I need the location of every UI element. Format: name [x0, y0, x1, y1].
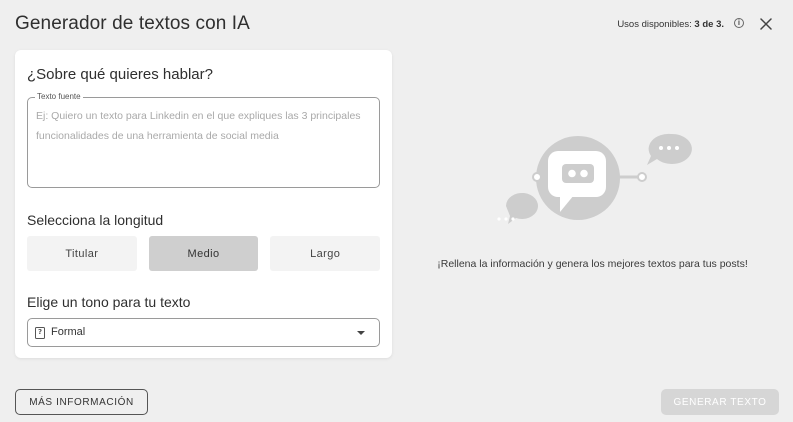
tone-select[interactable]: ? Formal	[27, 318, 380, 347]
length-question: Selecciona la longitud	[27, 212, 164, 228]
topic-question: ¿Sobre qué quieres hablar?	[27, 66, 213, 83]
question-square-icon: ?	[35, 327, 45, 339]
caret-down-icon	[357, 331, 365, 335]
robot-head-icon	[532, 136, 647, 220]
length-option-medio[interactable]: Medio	[148, 236, 259, 271]
dialog-header: Generador de textos con IA Usos disponib…	[0, 0, 793, 50]
chat-bubble-small-icon	[497, 192, 538, 224]
tone-question: Elige un tono para tu texto	[27, 294, 191, 310]
source-text-input[interactable]	[36, 106, 371, 181]
close-icon[interactable]	[759, 17, 773, 31]
usage-label: Usos disponibles:	[617, 19, 692, 30]
form-card: ¿Sobre qué quieres hablar? Texto fuente …	[15, 50, 392, 358]
tone-selected-value: Formal	[51, 326, 86, 338]
length-option-largo[interactable]: Largo	[270, 236, 381, 271]
empty-state-message: ¡Rellena la información y genera los mej…	[437, 258, 748, 270]
chat-bubble-large-icon	[647, 133, 692, 165]
length-selector: Titular Medio Largo	[27, 236, 381, 271]
page-title: Generador de textos con IA	[15, 13, 250, 34]
source-text-field[interactable]: Texto fuente	[27, 92, 380, 188]
robot-chat-icon	[497, 133, 692, 224]
source-text-label: Texto fuente	[35, 92, 83, 101]
usage-count: 3 de 3.	[694, 19, 724, 30]
more-info-button[interactable]: MÁS INFORMACIÓN	[15, 389, 148, 415]
generate-text-button[interactable]: GENERAR TEXTO	[661, 389, 779, 415]
usage-indicator: Usos disponibles: 3 de 3.	[617, 19, 724, 30]
length-option-titular[interactable]: Titular	[27, 236, 137, 271]
info-icon[interactable]: i	[734, 18, 744, 28]
